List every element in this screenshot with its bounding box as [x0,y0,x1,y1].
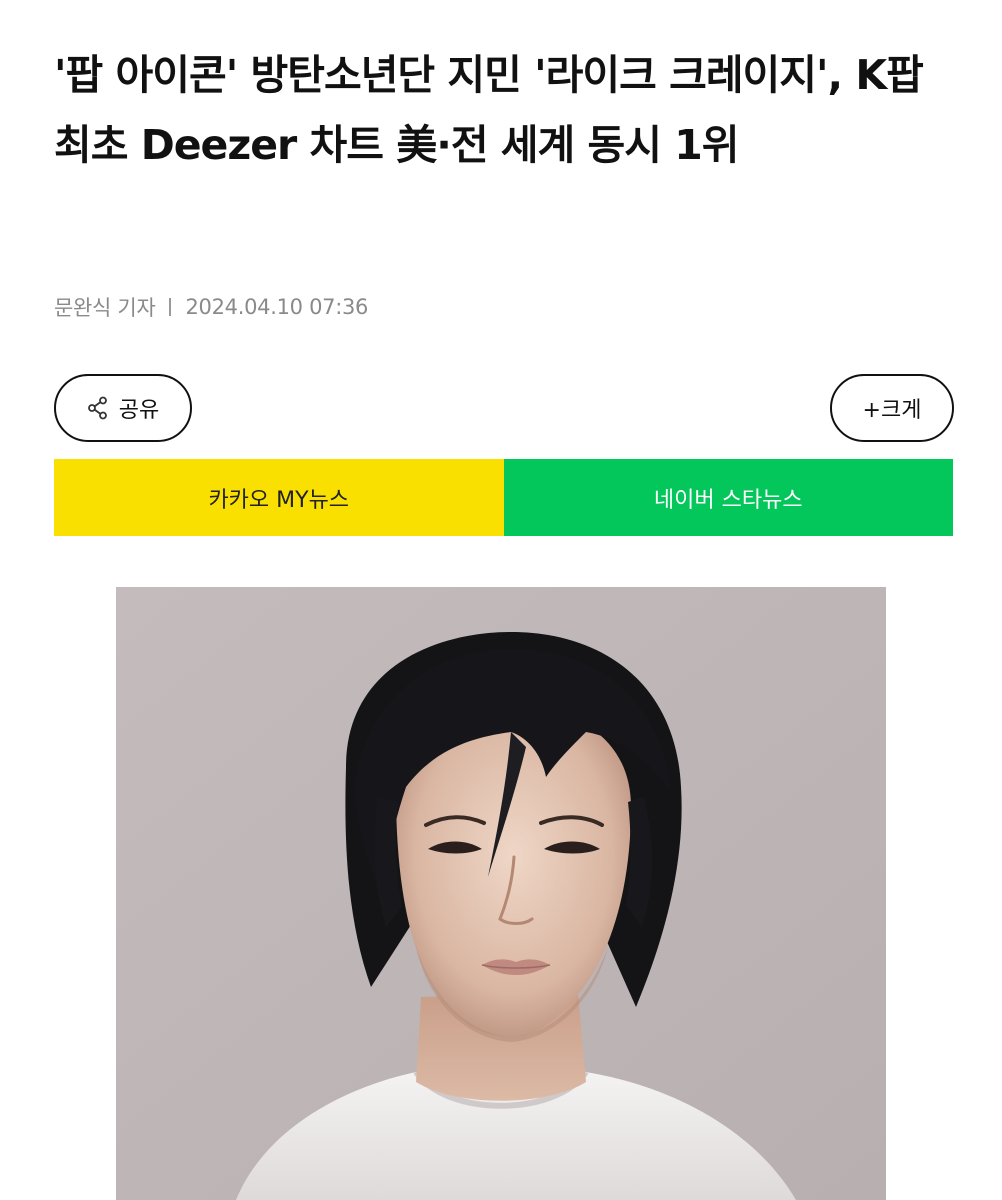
article-page: '팝 아이콘' 방탄소년단 지민 '라이크 크레이지', K팝 최초 Deeze… [0,0,1002,1200]
reporter-name: 문완식 기자 [54,296,156,320]
font-size-bigger-label: +크게 [862,398,922,423]
article-photo [116,587,886,1200]
kakao-my-news-label: 카카오 MY뉴스 [208,487,350,513]
naver-star-news-button[interactable]: 네이버 스타뉴스 [503,459,953,536]
naver-star-news-label: 네이버 스타뉴스 [653,487,803,513]
font-size-bigger-button[interactable]: +크게 [830,374,954,442]
share-button[interactable]: 공유 [54,374,192,442]
kakao-my-news-button[interactable]: 카카오 MY뉴스 [54,459,504,536]
share-button-label: 공유 [118,398,160,423]
article-byline: 문완식 기자 2024.04.10 07:36 [54,292,368,322]
article-headline: '팝 아이콘' 방탄소년단 지민 '라이크 크레이지', K팝 최초 Deeze… [54,51,924,169]
news-subscribe-bar: 카카오 MY뉴스 네이버 스타뉴스 [54,459,953,536]
portrait-image [116,587,886,1200]
share-icon [87,396,109,420]
publish-datetime: 2024.04.10 07:36 [185,295,369,319]
byline-divider [169,298,172,316]
